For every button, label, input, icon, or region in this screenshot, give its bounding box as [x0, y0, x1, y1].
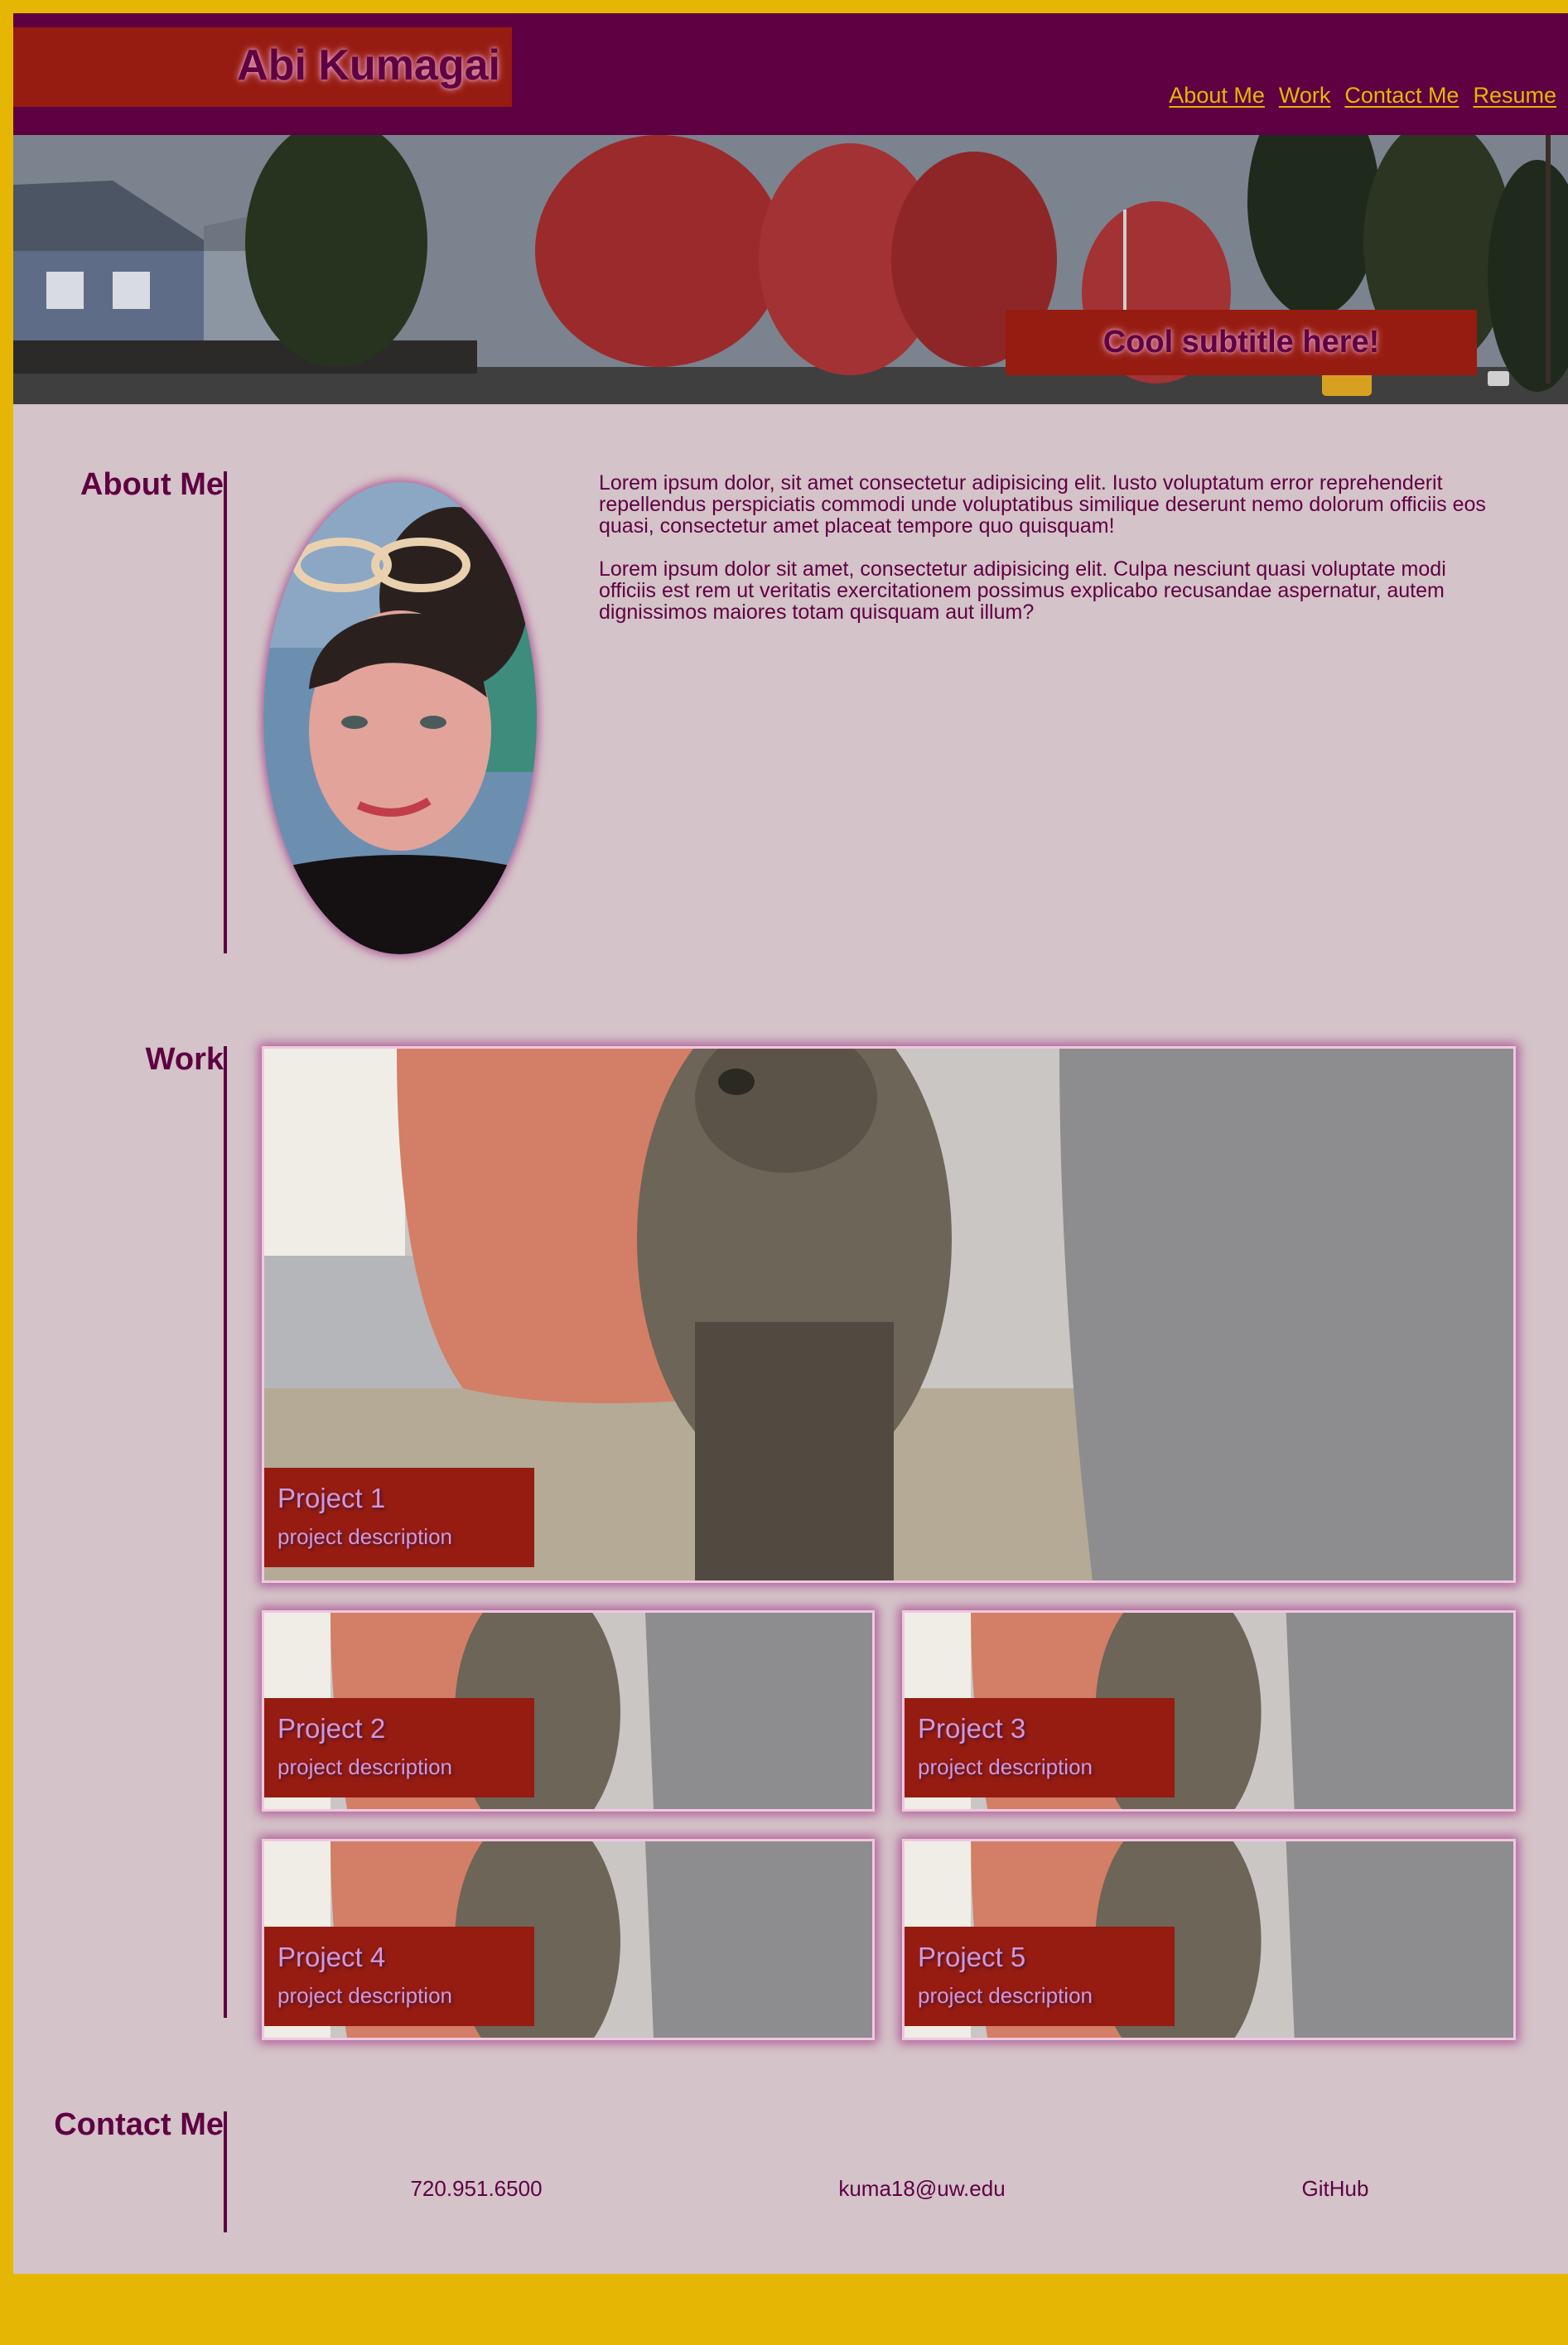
project-caption: Project 4 project description — [264, 1927, 534, 2026]
project-title: Project 5 — [918, 1942, 1026, 1972]
project-description: project description — [277, 1983, 452, 2008]
hero-banner: Cool subtitle here! — [13, 135, 1568, 404]
project-caption: Project 5 project description — [905, 1927, 1175, 2026]
about-paragraph: Lorem ipsum dolor, sit amet consectetur … — [599, 471, 1486, 538]
subtitle-banner: Cool subtitle here! — [1006, 310, 1477, 375]
project-description: project description — [277, 1524, 452, 1549]
profile-portrait — [263, 482, 537, 954]
project-title: Project 1 — [277, 1483, 386, 1513]
page: Abi Kumagai About Me Work Contact Me Res… — [13, 13, 1568, 2274]
site-header: Abi Kumagai About Me Work Contact Me Res… — [13, 13, 1568, 135]
main-nav: About Me Work Contact Me Resume — [1169, 83, 1556, 109]
work-title: Work — [145, 1042, 224, 1077]
nav-about-me[interactable]: About Me — [1169, 83, 1265, 109]
contact-github-link[interactable]: GitHub — [1302, 2176, 1369, 2202]
name-banner: Abi Kumagai — [13, 27, 512, 107]
project-caption: Project 1 project description — [264, 1468, 534, 1567]
project-description: project description — [277, 1754, 452, 1779]
about-divider — [224, 471, 227, 953]
project-caption: Project 2 project description — [264, 1698, 534, 1797]
about-text: Lorem ipsum dolor, sit amet consectetur … — [599, 472, 1502, 644]
project-card-2[interactable]: Project 2 project description — [262, 1610, 875, 1812]
project-title: Project 4 — [277, 1942, 386, 1972]
nav-work[interactable]: Work — [1279, 83, 1331, 109]
project-card-5[interactable]: Project 5 project description — [902, 1839, 1516, 2040]
hero-subtitle: Cool subtitle here! — [1102, 325, 1380, 359]
contact-title: Contact Me — [54, 2107, 224, 2142]
about-paragraph: Lorem ipsum dolor sit amet, consectetur … — [599, 557, 1446, 624]
project-description: project description — [918, 1983, 1093, 2008]
contact-email[interactable]: kuma18@uw.edu — [838, 2176, 1005, 2202]
project-card-1[interactable]: Project 1 project description — [262, 1046, 1516, 1583]
work-divider — [224, 1046, 227, 2018]
about-title: About Me — [80, 467, 224, 502]
project-caption: Project 3 project description — [905, 1698, 1175, 1797]
project-title: Project 3 — [918, 1713, 1026, 1744]
contact-divider — [224, 2111, 227, 2232]
project-description: project description — [918, 1754, 1093, 1779]
project-card-4[interactable]: Project 4 project description — [262, 1839, 875, 2040]
nav-resume[interactable]: Resume — [1473, 83, 1556, 109]
nav-contact-me[interactable]: Contact Me — [1344, 83, 1459, 109]
project-title: Project 2 — [277, 1713, 386, 1744]
contact-phone[interactable]: 720.951.6500 — [410, 2176, 542, 2202]
project-card-3[interactable]: Project 3 project description — [902, 1610, 1516, 1812]
site-name: Abi Kumagai — [237, 41, 500, 89]
